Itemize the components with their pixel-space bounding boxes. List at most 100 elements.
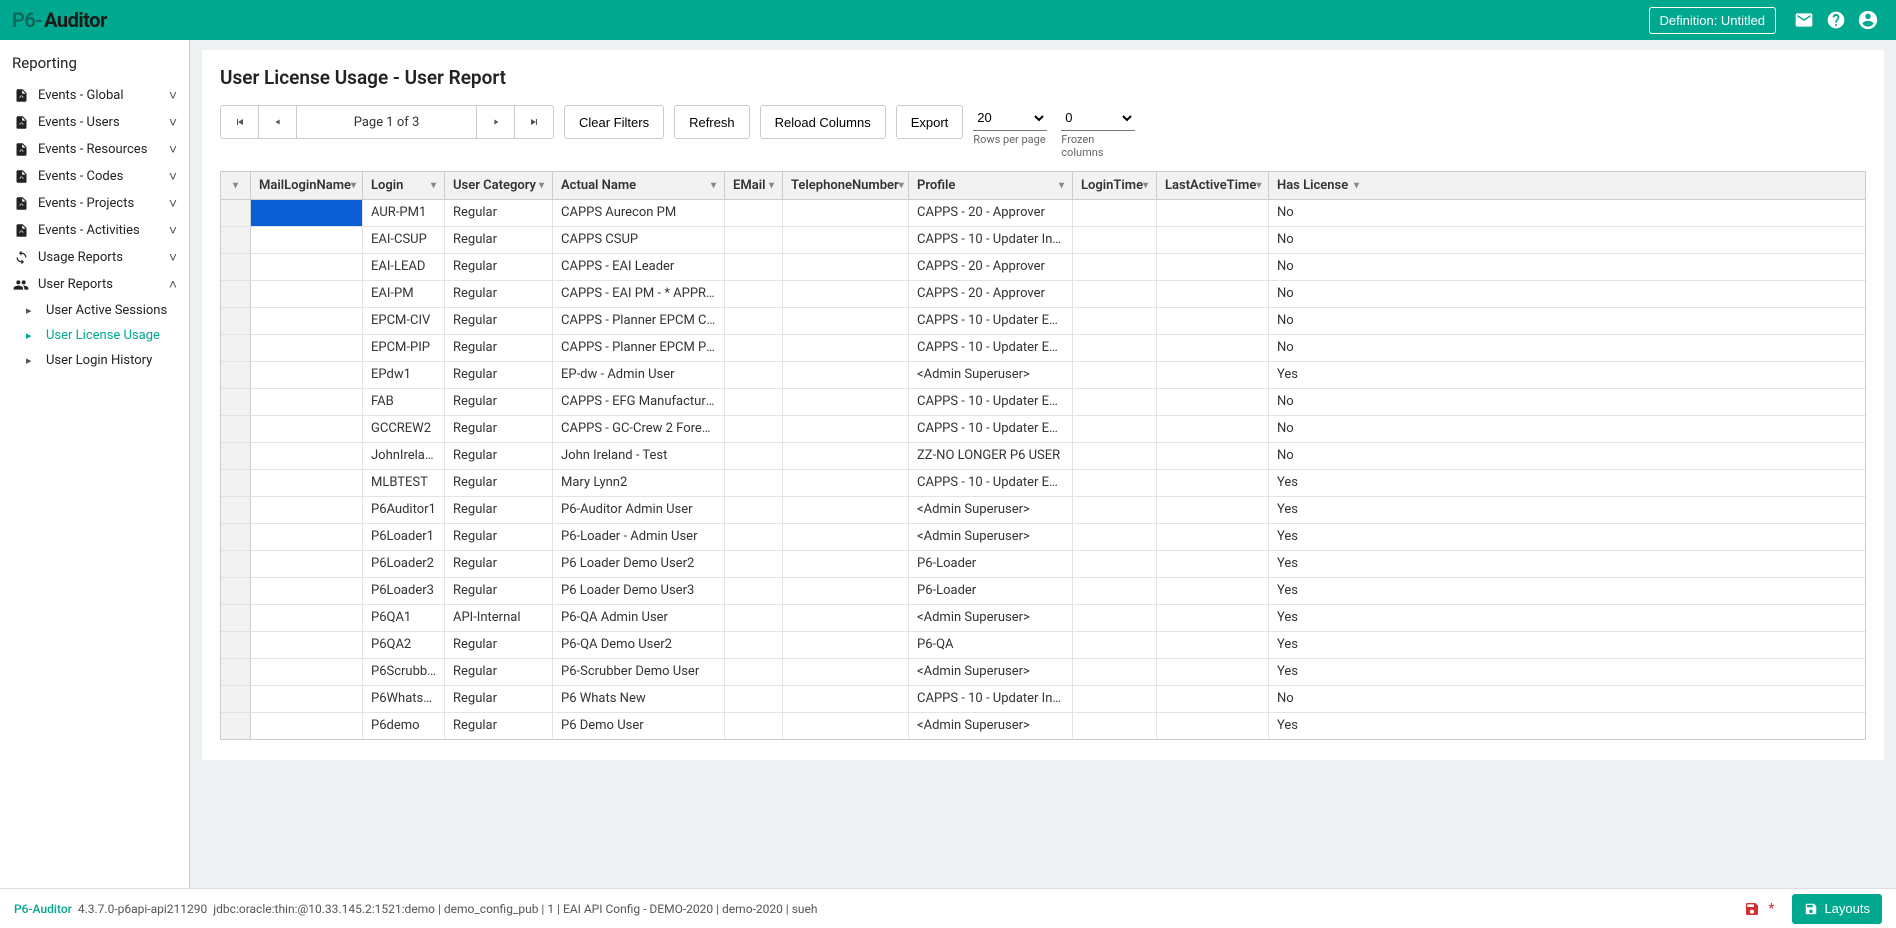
pager-next-button[interactable] [477,106,515,138]
save-warn-icon[interactable] [1744,901,1760,917]
filter-icon[interactable]: ▾ [711,180,716,191]
column-header-Profile[interactable]: Profile▾ [909,172,1073,199]
help-icon[interactable] [1820,4,1852,36]
cell: <Admin Superuser> [909,362,1073,388]
cell: Regular [445,254,553,280]
table-row[interactable]: AUR-PM1RegularCAPPS Aurecon PMCAPPS - 20… [221,200,1865,227]
rows-per-page-label: Rows per page [973,133,1047,159]
column-header-User Category[interactable]: User Category▾ [445,172,553,199]
filter-icon[interactable]: ▾ [1354,180,1359,191]
column-header-TelephoneNumber[interactable]: TelephoneNumber▾ [783,172,909,199]
clear-filters-button[interactable]: Clear Filters [564,105,664,139]
sub-item-user-license-usage[interactable]: ▸User License Usage [8,323,189,348]
pager-last-button[interactable] [515,106,553,138]
table-row[interactable]: FABRegularCAPPS - EFG ManufacturingCAPPS… [221,389,1865,416]
table-row[interactable]: P6Auditor1RegularP6-Auditor Admin User<A… [221,497,1865,524]
cell [783,497,909,523]
table-row[interactable]: EAI-PMRegularCAPPS - EAI PM - * APPROVER… [221,281,1865,308]
filter-icon[interactable]: ▾ [899,180,904,191]
table-row[interactable]: EPCM-PIPRegularCAPPS - Planner EPCM Pipi… [221,335,1865,362]
cell [251,389,363,415]
table-row[interactable]: P6WhatsNewRegularP6 Whats NewCAPPS - 10 … [221,686,1865,713]
cell [1157,686,1269,712]
table-row[interactable]: EPdw1RegularEP-dw - Admin User<Admin Sup… [221,362,1865,389]
table-row[interactable]: MLBTESTRegularMary Lynn2CAPPS - 10 - Upd… [221,470,1865,497]
cell: Regular [445,578,553,604]
filter-icon[interactable]: ▾ [1143,180,1148,191]
filter-icon[interactable]: ▾ [1256,180,1261,191]
table-row[interactable]: P6Loader1RegularP6-Loader - Admin User<A… [221,524,1865,551]
nav-user-reports[interactable]: User Reports ˄ [0,271,189,298]
table-row[interactable]: GCCREW2RegularCAPPS - GC-Crew 2 ForemanC… [221,416,1865,443]
filter-icon[interactable]: ▾ [431,180,436,191]
pager-first-button[interactable] [221,106,259,138]
cell [1073,335,1157,361]
cell: No [1269,416,1367,442]
nav-item-1[interactable]: Events - Users˅ [0,109,189,136]
frozen-columns-select[interactable]: 0 [1061,105,1135,131]
chevron-down-icon: ˅ [169,141,177,158]
cell [221,308,251,334]
account-icon[interactable] [1852,4,1884,36]
column-header-Has License[interactable]: Has License▾ [1269,172,1367,199]
table-row[interactable]: EAI-CSUPRegularCAPPS CSUPCAPPS - 10 - Up… [221,227,1865,254]
nav-label: Events - Activities [38,223,169,238]
app-logo: P6- Auditor [12,8,107,32]
cell: EAI-CSUP [363,227,445,253]
cell [725,335,783,361]
column-header-selector[interactable]: ▾ [221,172,251,199]
table-row[interactable]: P6Loader2RegularP6 Loader Demo User2P6-L… [221,551,1865,578]
cell [1157,227,1269,253]
nav-item-6[interactable]: Usage Reports˅ [0,244,189,271]
nav-item-0[interactable]: Events - Global˅ [0,82,189,109]
pager-prev-button[interactable] [259,106,297,138]
table-row[interactable]: P6QA1API-InternalP6-QA Admin User<Admin … [221,605,1865,632]
cell: No [1269,389,1367,415]
cell [251,686,363,712]
filter-icon[interactable]: ▾ [769,180,774,191]
cell: CAPPS - Planner EPCM Civil [553,308,725,334]
layouts-button[interactable]: Layouts [1792,894,1882,924]
cell [251,605,363,631]
sub-item-user-login-history[interactable]: ▸User Login History [8,348,189,373]
definition-button[interactable]: Definition: Untitled [1649,7,1777,34]
table-row[interactable]: EAI-LEADRegularCAPPS - EAI LeaderCAPPS -… [221,254,1865,281]
nav-item-3[interactable]: Events - Codes˅ [0,163,189,190]
nav-item-2[interactable]: Events - Resources˅ [0,136,189,163]
nav-label: Events - Codes [38,169,169,184]
cell [221,389,251,415]
refresh-button[interactable]: Refresh [674,105,750,139]
nav-item-5[interactable]: Events - Activities˅ [0,217,189,244]
table-row[interactable]: P6QA2RegularP6-QA Demo User2P6-QAYes [221,632,1865,659]
mail-icon[interactable] [1788,4,1820,36]
column-header-Actual Name[interactable]: Actual Name▾ [553,172,725,199]
cell [783,308,909,334]
rows-per-page-select[interactable]: 20 [973,105,1047,131]
cell [221,605,251,631]
column-header-LastActiveTime[interactable]: LastActiveTime▾ [1157,172,1269,199]
filter-icon[interactable]: ▾ [233,180,238,191]
sub-item-user-active-sessions[interactable]: ▸User Active Sessions [8,298,189,323]
filter-icon[interactable]: ▾ [351,180,356,191]
table-row[interactable]: P6Scrubber1RegularP6-Scrubber Demo User<… [221,659,1865,686]
footer: P6-Auditor 4.3.7.0-p6api-api211290 jdbc:… [0,888,1896,928]
column-header-MailLoginName[interactable]: MailLoginName▾ [251,172,363,199]
table-row[interactable]: P6demoRegularP6 Demo User<Admin Superuse… [221,713,1865,739]
nav-item-4[interactable]: Events - Projects˅ [0,190,189,217]
cell: CAPPS - 10 - Updater External [909,416,1073,442]
reload-columns-button[interactable]: Reload Columns [760,105,886,139]
cell: No [1269,443,1367,469]
export-button[interactable]: Export [896,105,964,139]
filter-icon[interactable]: ▾ [1059,180,1064,191]
column-header-LoginTime[interactable]: LoginTime▾ [1073,172,1157,199]
footer-version: 4.3.7.0-p6api-api211290 [78,902,207,916]
filter-icon[interactable]: ▾ [539,180,544,191]
cell: Regular [445,389,553,415]
column-header-Login[interactable]: Login▾ [363,172,445,199]
table-row[interactable]: P6Loader3RegularP6 Loader Demo User3P6-L… [221,578,1865,605]
cell [1157,200,1269,226]
table-row[interactable]: JohnIrelandRegularJohn Ireland - TestZZ-… [221,443,1865,470]
chevron-down-icon: ˅ [169,114,177,131]
column-header-EMail[interactable]: EMail▾ [725,172,783,199]
table-row[interactable]: EPCM-CIVRegularCAPPS - Planner EPCM Civi… [221,308,1865,335]
